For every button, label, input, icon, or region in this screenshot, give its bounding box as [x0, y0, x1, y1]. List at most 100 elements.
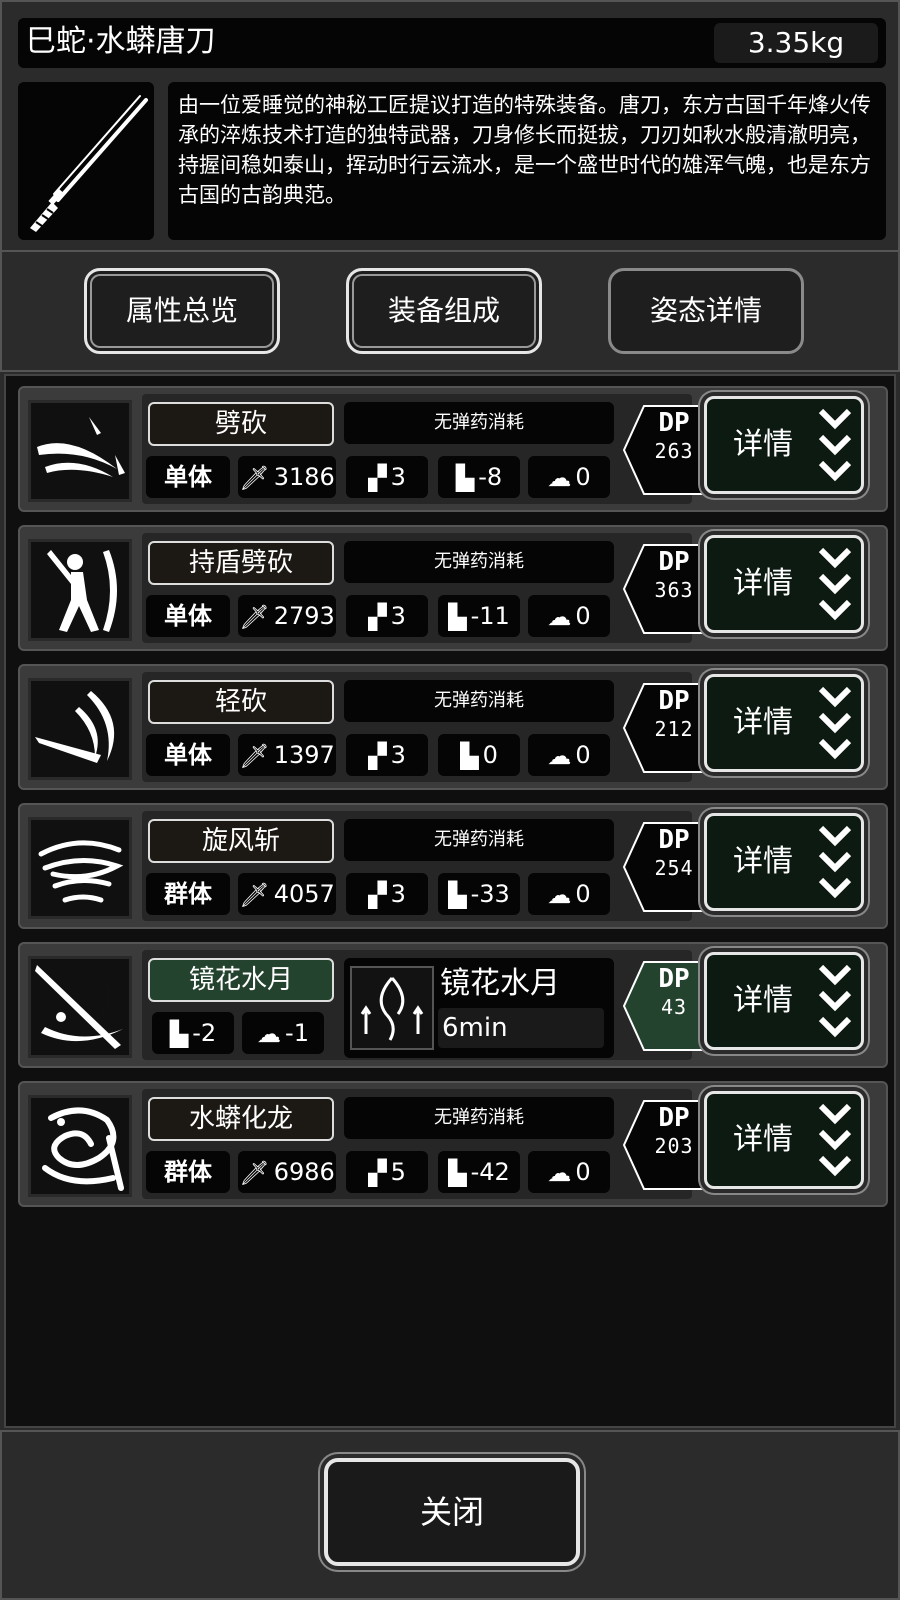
skill-name: 持盾劈砍	[148, 541, 334, 585]
hit-value: 3	[390, 463, 406, 491]
skill-card-whirlwind: 旋风斩 无弹药消耗 群体 🗡 4057 ▞ 3 ▙ -33 ☁ 0 DP 254 详情	[18, 803, 888, 929]
brain-value: -1	[285, 1019, 309, 1047]
sword-icon: 🗡	[239, 742, 270, 770]
dp-value: 203	[654, 1134, 694, 1158]
skill-name: 镜花水月	[148, 958, 334, 1002]
target-type: 群体	[146, 1151, 230, 1193]
skill-card-light-chop: 轻砍 无弹药消耗 单体 🗡 1397 ▞ 3 ▙ 0 ☁ 0 DP 212 详情	[18, 664, 888, 790]
buff-duration: 6min	[438, 1008, 604, 1048]
buff-spirit-icon	[350, 966, 434, 1050]
detail-button[interactable]: 详情	[704, 396, 864, 494]
detail-label: 详情	[733, 1122, 793, 1157]
skill-card-mirror-flower: 镜花水月 ▙ -2 ☁ -1 镜花水月 6min DP 43 详情	[18, 942, 888, 1068]
shield-warrior-icon	[28, 539, 132, 641]
brain-stat: ☁ 0	[528, 873, 610, 915]
dp-badge: DP 363	[622, 541, 708, 637]
speed-value: 0	[482, 741, 498, 769]
detail-button[interactable]: 详情	[704, 1091, 864, 1189]
tab-attribute-overview[interactable]: 属性总览	[84, 268, 280, 354]
chevron-down-icon	[818, 1103, 852, 1177]
skill-info: 旋风斩 无弹药消耗 群体 🗡 4057 ▞ 3 ▙ -33 ☁ 0 DP 254	[142, 811, 703, 921]
hit-stat: ▞ 3	[346, 734, 428, 776]
chevron-down-icon	[818, 964, 852, 1038]
chevron-down-icon	[818, 547, 852, 621]
attack-value: 4057	[273, 880, 335, 908]
speed-stat: ▙ -42	[438, 1151, 520, 1193]
speed-value: -33	[470, 880, 510, 908]
footer: 关闭	[0, 1430, 900, 1600]
detail-button[interactable]: 详情	[704, 674, 864, 772]
hit-value: 3	[390, 741, 406, 769]
skill-info: 水蟒化龙 无弹药消耗 群体 🗡 6986 ▞ 5 ▙ -42 ☁ 0 DP 203	[142, 1089, 703, 1199]
buff-name: 镜花水月	[440, 966, 560, 1001]
target-type: 群体	[146, 873, 230, 915]
speed-value: -11	[470, 602, 510, 630]
target-type: 单体	[146, 456, 230, 498]
boot-icon: ▙	[455, 464, 475, 492]
brain-icon: ☁	[547, 881, 572, 909]
brain-value: 0	[575, 602, 591, 630]
boot-icon: ▙	[460, 742, 479, 770]
dp-label: DP	[658, 1103, 690, 1133]
detail-label: 详情	[733, 705, 793, 740]
dp-value: 254	[654, 856, 694, 880]
title-bar: 巳蛇·水蟒唐刀 3.35kg	[18, 18, 886, 68]
close-button[interactable]: 关闭	[324, 1458, 580, 1566]
dp-badge: DP 203	[622, 1097, 708, 1193]
light-slash-icon	[28, 678, 132, 780]
speed-value: -42	[470, 1158, 510, 1186]
detail-button[interactable]: 详情	[704, 535, 864, 633]
brain-stat: ☁ -1	[242, 1012, 324, 1054]
item-header: 巳蛇·水蟒唐刀 3.35kg 由一位爱睡觉的神秘工匠提议打造的特殊装备。唐刀，东…	[0, 0, 900, 252]
ammo-cost: 无弹药消耗	[344, 541, 614, 583]
tab-stance-details[interactable]: 姿态详情	[608, 268, 804, 354]
hit-stat: ▞ 3	[346, 456, 428, 498]
chevron-down-icon	[818, 408, 852, 482]
skill-info: 轻砍 无弹药消耗 单体 🗡 1397 ▞ 3 ▙ 0 ☁ 0 DP 212	[142, 672, 703, 782]
hit-stat: ▞ 3	[346, 873, 428, 915]
hit-value: 5	[390, 1158, 406, 1186]
attack-value: 3186	[273, 463, 335, 491]
katana-icon	[18, 82, 154, 240]
target-type: 单体	[146, 734, 230, 776]
skill-name: 旋风斩	[148, 819, 334, 863]
hit-stat: ▞ 5	[346, 1151, 428, 1193]
boot-icon: ▙	[448, 603, 467, 631]
slash-icon	[28, 400, 132, 502]
dp-badge: DP 43	[622, 958, 708, 1054]
hit-value: 3	[390, 880, 406, 908]
attack-stat: 🗡 1397	[238, 734, 336, 776]
sword-icon: 🗡	[239, 881, 270, 909]
checker-icon: ▞	[368, 881, 387, 909]
checker-icon: ▞	[368, 464, 387, 492]
ammo-cost: 无弹药消耗	[344, 680, 614, 722]
brain-icon: ☁	[547, 603, 572, 631]
chevron-down-icon	[818, 825, 852, 899]
checker-icon: ▞	[368, 1159, 387, 1187]
brain-stat: ☁ 0	[528, 1151, 610, 1193]
detail-label: 详情	[733, 566, 793, 601]
boot-icon: ▙	[169, 1020, 189, 1048]
detail-button[interactable]: 详情	[704, 813, 864, 911]
dp-label: DP	[658, 964, 690, 994]
tab-equipment-composition[interactable]: 装备组成	[346, 268, 542, 354]
whirlwind-icon	[28, 817, 132, 919]
serpent-dragon-icon	[28, 1095, 132, 1197]
target-type: 单体	[146, 595, 230, 637]
speed-stat: ▙ 0	[438, 734, 520, 776]
skill-info: 劈砍 无弹药消耗 单体 🗡 3186 ▞ 3 ▙ -8 ☁ 0 DP 263	[142, 394, 703, 504]
speed-stat: ▙ -2	[152, 1012, 234, 1054]
dp-label: DP	[658, 547, 690, 577]
brain-value: 0	[575, 463, 591, 491]
attack-stat: 🗡 2793	[238, 595, 336, 637]
attack-stat: 🗡 4057	[238, 873, 336, 915]
boot-icon: ▙	[448, 1159, 467, 1187]
brain-icon: ☁	[547, 742, 572, 770]
detail-button[interactable]: 详情	[704, 952, 864, 1050]
dp-badge: DP 254	[622, 819, 708, 915]
item-title: 巳蛇·水蟒唐刀	[26, 24, 216, 59]
detail-label: 详情	[733, 427, 793, 462]
item-weight: 3.35kg	[714, 23, 878, 63]
skill-list[interactable]: 劈砍 无弹药消耗 单体 🗡 3186 ▞ 3 ▙ -8 ☁ 0 DP 263 详情	[4, 374, 896, 1428]
speed-stat: ▙ -11	[438, 595, 520, 637]
